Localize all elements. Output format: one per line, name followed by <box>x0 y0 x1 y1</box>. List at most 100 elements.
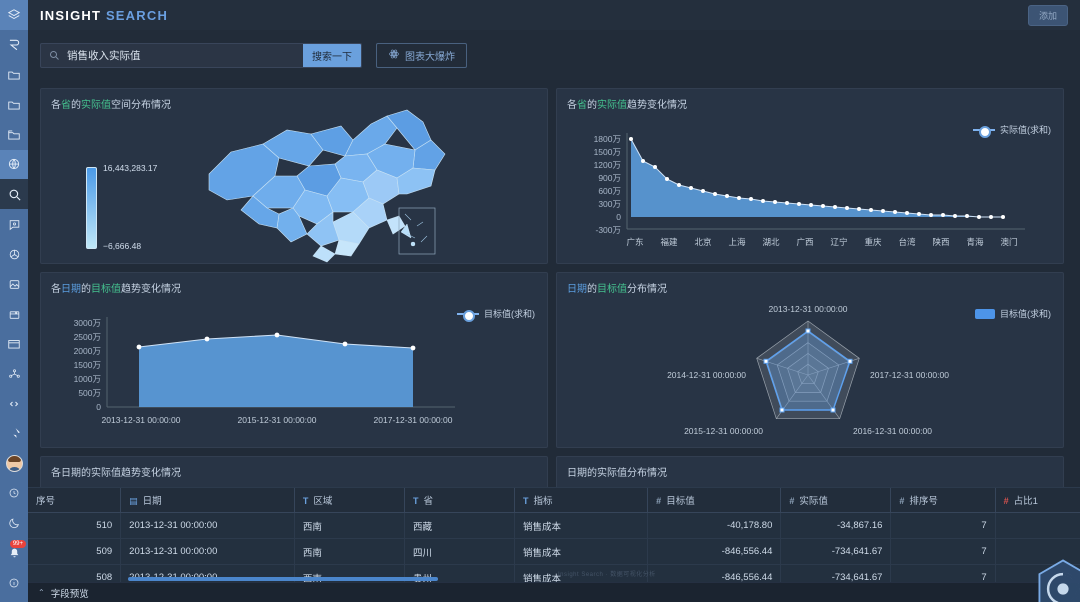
sidebar-item-moon[interactable] <box>0 508 28 538</box>
folder-icon-2 <box>7 98 21 112</box>
table-cell: -40,178.80 <box>648 513 781 539</box>
map-legend-min: −6,666.48 <box>103 241 141 251</box>
search-input[interactable] <box>67 44 303 67</box>
sidebar-item-search[interactable] <box>0 179 28 209</box>
svg-text:2013-12-31 00:00:00: 2013-12-31 00:00:00 <box>102 415 181 425</box>
table-cell: 西南 <box>294 513 404 539</box>
map-legend-max: 16,443,283.17 <box>103 163 157 173</box>
sidebar-item-avatar[interactable] <box>0 449 28 479</box>
table-header-cell[interactable]: T省 <box>404 488 514 513</box>
globe-icon <box>7 157 21 171</box>
table-header-cell[interactable]: # 占比1 <box>995 488 1080 513</box>
chat-icon <box>8 218 21 231</box>
sidebar-item-network[interactable] <box>0 359 28 389</box>
table-header-cell[interactable]: # 排序号 <box>891 488 995 513</box>
sidebar-item-archive[interactable] <box>0 299 28 329</box>
text-icon: T <box>413 496 419 506</box>
sidebar-item-globe[interactable] <box>0 150 28 180</box>
svg-text:澳门: 澳门 <box>1000 237 1017 247</box>
card-province-trend[interactable]: 各省的实际值趋势变化情况 实际值(求和) 1800万 1500万 1200万 9… <box>556 88 1064 264</box>
svg-text:1500万: 1500万 <box>594 147 621 157</box>
share-icon <box>8 248 21 261</box>
sidebar-item-folder-open[interactable] <box>0 120 28 150</box>
svg-text:2015-12-31 00:00:00: 2015-12-31 00:00:00 <box>684 426 763 436</box>
table-cell: 2013-12-31 00:00:00 <box>121 513 295 539</box>
field-preview-panel: 序号▤日期T区域T省T指标#目标值#实际值#排序号#占比1#预测偏差#实际值（-… <box>28 487 1080 602</box>
folder-icon-1 <box>7 68 21 82</box>
table-header-label: 占比1 <box>1014 496 1038 507</box>
svg-text:500万: 500万 <box>78 388 101 398</box>
hash-red-icon: # <box>1004 496 1009 506</box>
sidebar-item-folder-3[interactable] <box>0 329 28 359</box>
svg-text:600万: 600万 <box>598 186 621 196</box>
sidebar-item-chat[interactable] <box>0 209 28 239</box>
table-header: 序号▤日期T区域T省T指标#目标值#实际值#排序号#占比1#预测偏差#实际值（-… <box>28 488 1080 513</box>
clock-icon <box>8 487 20 499</box>
legend-line-marker <box>973 129 995 131</box>
dashboard-icon <box>7 8 21 22</box>
sidebar-item-folder-2[interactable] <box>0 90 28 120</box>
table-header-cell[interactable]: T区域 <box>294 488 404 513</box>
sidebar-item-clock[interactable] <box>0 479 28 509</box>
search-submit-button[interactable]: 搜索一下 <box>303 43 361 68</box>
map-color-legend: 16,443,283.17 −6,666.48 <box>86 167 97 249</box>
sidebar-item-share[interactable] <box>0 239 28 269</box>
chart-explosion-button[interactable]: 图表大爆炸 <box>376 43 467 68</box>
sidebar-item-folder-1[interactable] <box>0 60 28 90</box>
hash-icon: # <box>789 496 794 506</box>
horizontal-scrollbar[interactable] <box>128 577 438 581</box>
table-header-cell[interactable]: T指标 <box>514 488 647 513</box>
map-gradient-bar <box>86 167 97 249</box>
table-header-cell[interactable]: 序号 <box>28 488 121 513</box>
card-province-map[interactable]: 各省的实际值空间分布情况 16,443,283.17 −6,666.48 <box>40 88 548 264</box>
archive-icon <box>8 308 21 321</box>
top-bar: INSIGHT SEARCH 添加 <box>28 0 1080 30</box>
svg-text:1800万: 1800万 <box>594 134 621 144</box>
sidebar-item-pin[interactable] <box>0 419 28 449</box>
sidebar-item-dashboard[interactable] <box>0 0 28 30</box>
app-logo: INSIGHT SEARCH <box>40 8 168 23</box>
hash-icon: # <box>899 496 904 506</box>
svg-text:1200万: 1200万 <box>594 160 621 170</box>
notification-badge: 99+ <box>10 540 26 548</box>
table-header-cell[interactable]: #目标值 <box>648 488 781 513</box>
svg-text:2500万: 2500万 <box>74 332 101 342</box>
card-title-province-map: 各省的实际值空间分布情况 <box>51 96 171 111</box>
china-map[interactable] <box>201 104 461 264</box>
svg-text:2016-12-31 00:00:00: 2016-12-31 00:00:00 <box>853 426 932 436</box>
svg-text:2013-12-31 00:00:00: 2013-12-31 00:00:00 <box>769 304 848 314</box>
svg-text:湖北: 湖北 <box>762 237 780 247</box>
table-header-label: 日期 <box>143 496 162 507</box>
svg-text:-300万: -300万 <box>595 225 621 235</box>
svg-text:广东: 广东 <box>626 237 643 247</box>
sidebar-item-logo-r[interactable] <box>0 30 28 60</box>
sidebar-item-image[interactable] <box>0 269 28 299</box>
table-row[interactable]: 5092013-12-31 00:00:00西南四川销售成本-846,556.4… <box>28 539 1080 565</box>
sidebar-item-info[interactable] <box>0 568 28 598</box>
svg-text:北京: 北京 <box>694 237 711 247</box>
sidebar-item-notifications[interactable]: 99+ <box>0 538 28 568</box>
date-trend-chart: 3000万 2500万 2000万 1500万 1000万 500万 0 <box>55 317 525 442</box>
table-header-label: 区域 <box>313 496 332 507</box>
table-header-label: 排序号 <box>909 496 938 507</box>
table-header-cell[interactable]: #实际值 <box>781 488 891 513</box>
table-scroll-container[interactable]: 序号▤日期T区域T省T指标#目标值#实际值#排序号#占比1#预测偏差#实际值（-… <box>28 488 1080 582</box>
table-cell: 销售成本 <box>514 513 647 539</box>
table-header-cell[interactable]: ▤日期 <box>121 488 295 513</box>
card-date-radar[interactable]: 日期的目标值分布情况 目标值(求和) <box>556 272 1064 448</box>
table-header-label: 目标值 <box>666 496 695 507</box>
search-field-wrapper[interactable]: 搜索一下 <box>40 43 362 68</box>
add-button[interactable]: 添加 <box>1028 5 1068 26</box>
table-row[interactable]: 5102013-12-31 00:00:00西南西藏销售成本-40,178.80… <box>28 513 1080 539</box>
main-area: INSIGHT SEARCH 添加 搜索一下 <box>28 0 1080 602</box>
svg-text:2015-12-31 00:00:00: 2015-12-31 00:00:00 <box>238 415 317 425</box>
field-preview-label: 字段预览 <box>51 586 89 600</box>
sidebar-item-code[interactable] <box>0 389 28 419</box>
card-date-trend[interactable]: 各日期的目标值趋势变化情况 目标值(求和) 3000万 2500万 2000万 … <box>40 272 548 448</box>
table-cell: 四川 <box>404 539 514 565</box>
svg-text:1500万: 1500万 <box>74 360 101 370</box>
card-title-date-actual-trend: 各日期的实际值趋势变化情况 <box>51 464 181 479</box>
svg-text:900万: 900万 <box>598 173 621 183</box>
info-icon <box>8 577 20 589</box>
table-footer[interactable]: ⌃ 字段预览 <box>28 582 1080 602</box>
